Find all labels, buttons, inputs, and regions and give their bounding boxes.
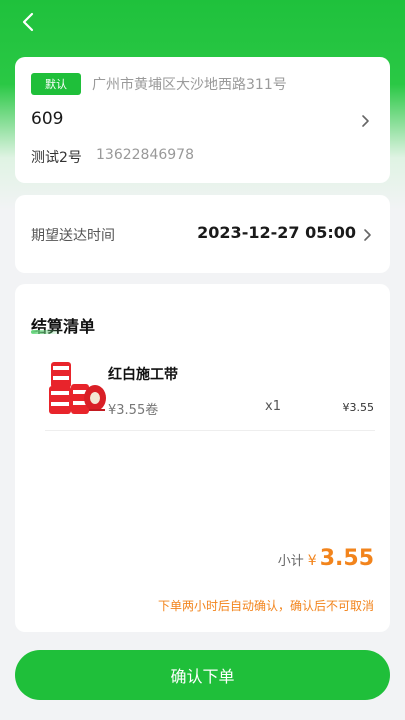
chevron-left-icon <box>22 12 34 32</box>
product-unit-price: ¥3.55卷 <box>108 403 159 418</box>
default-badge: 默认 <box>31 73 81 95</box>
address-detail: 609 <box>31 109 64 129</box>
contact-name: 测试2号 <box>31 150 82 166</box>
product-name: 红白施工带 <box>108 367 178 383</box>
chevron-right-icon <box>358 114 372 128</box>
delivery-time-row[interactable]: 期望送达时间 2023-12-27 05:00 <box>15 195 390 273</box>
delivery-time-label: 期望送达时间 <box>31 228 115 244</box>
product-quantity: x1 <box>265 399 281 414</box>
order-summary-card: 结算清单 红白施工带 ¥3.55卷 x1 ¥3.55 小计 ¥ 3.55 下单两… <box>15 284 390 632</box>
subtotal-currency: ¥ <box>307 553 317 569</box>
contact-phone: 13622846978 <box>96 147 194 163</box>
title-underline <box>31 330 61 334</box>
order-notice: 下单两小时后自动确认，确认后不可取消 <box>157 599 374 613</box>
subtotal: 小计 ¥ 3.55 <box>278 546 374 571</box>
address-region: 广州市黄埔区大沙地西路311号 <box>92 77 287 93</box>
back-button[interactable] <box>14 8 42 36</box>
delivery-time-value: 2023-12-27 05:00 <box>197 223 356 242</box>
divider <box>45 430 375 431</box>
subtotal-value: 3.55 <box>319 546 374 571</box>
product-thumbnail <box>45 356 109 420</box>
chevron-right-icon <box>360 228 374 242</box>
tape-roll-icon <box>49 362 106 414</box>
confirm-order-button[interactable]: 确认下单 <box>15 650 390 700</box>
address-card[interactable]: 默认 广州市黄埔区大沙地西路311号 609 测试2号 13622846978 <box>15 57 390 183</box>
subtotal-label: 小计 <box>277 554 304 569</box>
product-total: ¥3.55 <box>342 401 375 414</box>
